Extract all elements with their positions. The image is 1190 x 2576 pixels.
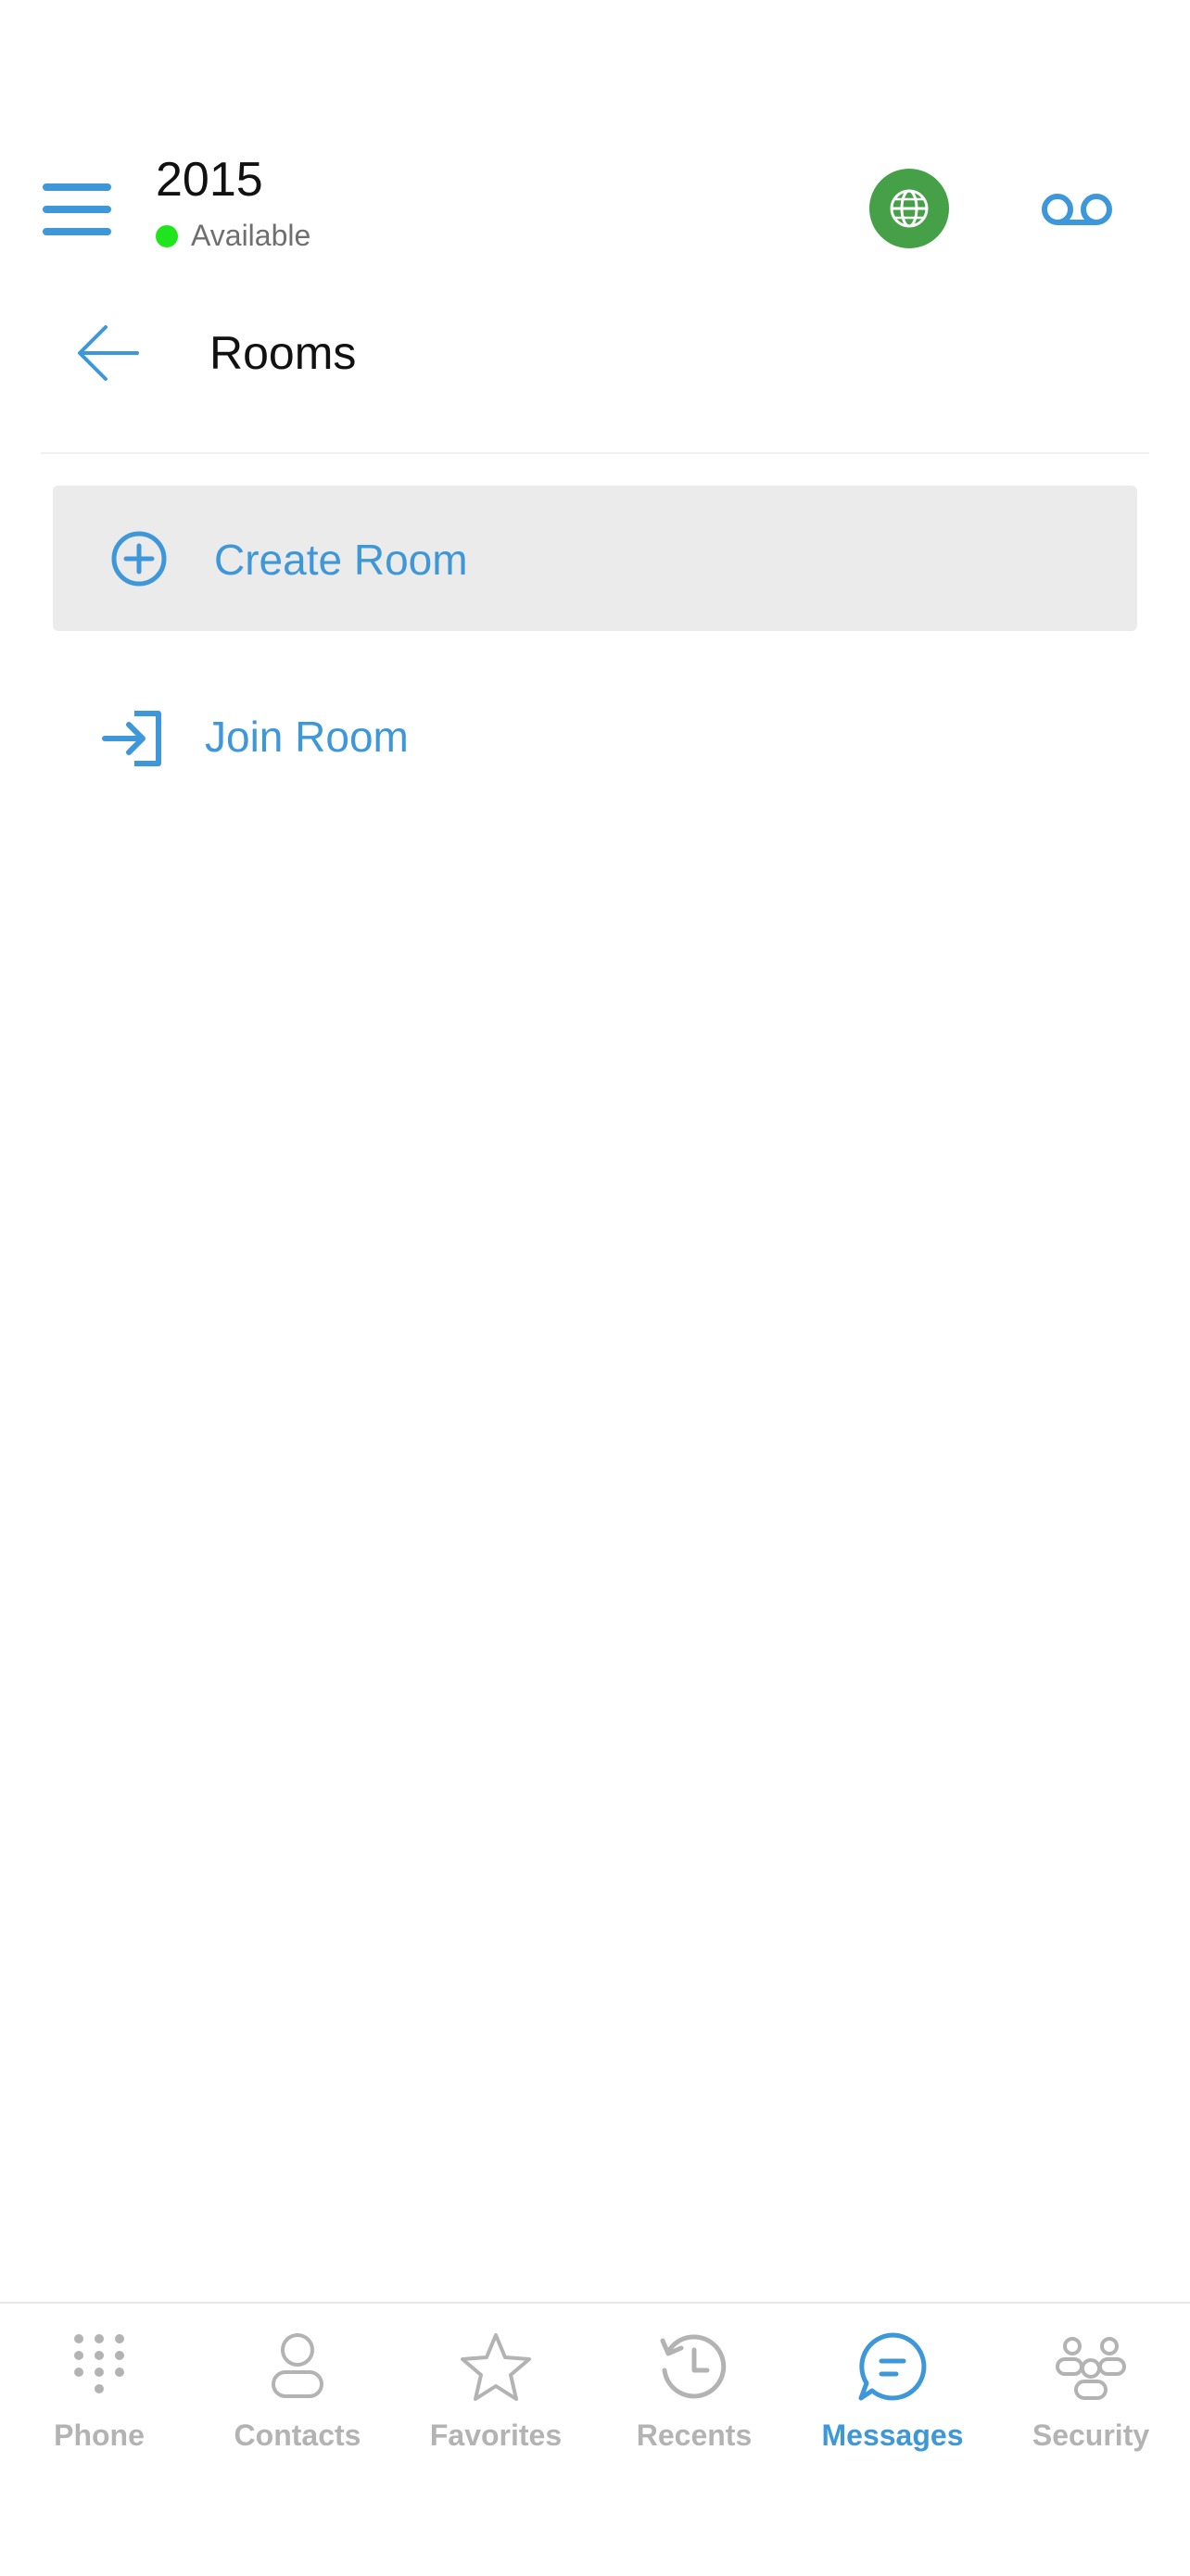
bottom-navigation: Phone Contacts Favorites Recents Message… xyxy=(0,2302,1190,2576)
presence-status[interactable]: Available xyxy=(156,219,310,253)
tab-favorites[interactable]: Favorites xyxy=(397,2304,595,2489)
page-title: Rooms xyxy=(209,327,357,379)
app-header: 2015 Available xyxy=(0,148,1190,269)
join-arrow-icon xyxy=(102,711,161,766)
tab-security[interactable]: Security xyxy=(992,2304,1190,2489)
back-button[interactable] xyxy=(76,322,141,384)
tab-messages[interactable]: Messages xyxy=(793,2304,992,2489)
voicemail-icon xyxy=(1042,194,1112,225)
tab-contacts[interactable]: Contacts xyxy=(198,2304,397,2489)
tab-recents[interactable]: Recents xyxy=(595,2304,793,2489)
tab-label: Recents xyxy=(636,2418,753,2452)
tab-label: Phone xyxy=(54,2418,145,2452)
tab-label: Security xyxy=(1032,2418,1150,2452)
group-icon xyxy=(1056,2337,1126,2400)
rooms-title-bar: Rooms xyxy=(0,306,1190,398)
tab-label: Favorites xyxy=(429,2418,563,2452)
join-room-label: Join Room xyxy=(205,713,409,761)
tab-label: Messages xyxy=(821,2418,964,2452)
contact-icon xyxy=(272,2333,323,2398)
extension-number: 2015 xyxy=(156,153,263,207)
tab-phone[interactable]: Phone xyxy=(0,2304,198,2489)
divider xyxy=(41,452,1149,454)
voicemail-button[interactable] xyxy=(1040,187,1114,234)
chat-bubble-icon xyxy=(858,2332,927,2401)
history-icon xyxy=(660,2334,727,2399)
join-room-button[interactable]: Join Room xyxy=(53,686,1137,788)
create-room-button[interactable]: Create Room xyxy=(53,486,1137,631)
add-circle-icon xyxy=(111,531,167,587)
dialpad-icon xyxy=(74,2334,124,2393)
status-dot xyxy=(156,224,178,247)
globe-icon xyxy=(890,189,929,228)
arrow-left-icon xyxy=(78,325,139,381)
globe-button[interactable] xyxy=(869,169,949,248)
status-label: Available xyxy=(191,219,311,252)
hamburger-menu-icon[interactable] xyxy=(43,183,111,235)
star-icon xyxy=(461,2333,531,2401)
create-room-label: Create Room xyxy=(214,536,468,584)
tab-label: Contacts xyxy=(234,2418,361,2452)
